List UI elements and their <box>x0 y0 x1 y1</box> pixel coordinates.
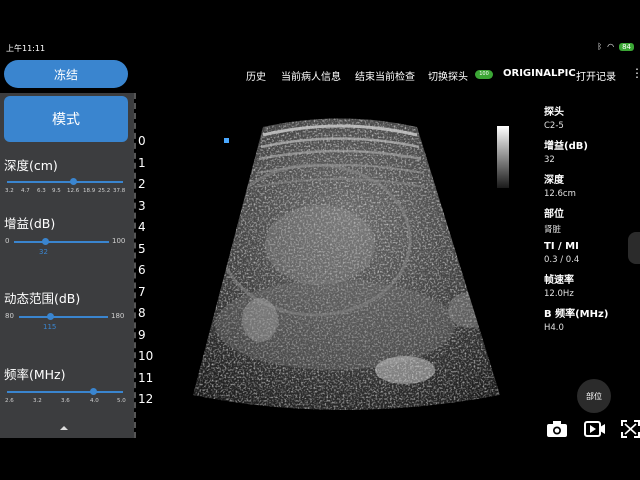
ultrasound-image[interactable] <box>165 95 535 438</box>
left-control-panel: 模式 深度(cm) 3.2 4.7 6.3 9.5 12.6 18.9 25.2… <box>0 93 134 438</box>
depth-tick: 4.7 <box>21 188 30 194</box>
depth-scale-label: 8 <box>138 306 146 320</box>
frame-rate-param-value: 12.0Hz <box>544 289 574 299</box>
gain-value: 32 <box>39 248 48 256</box>
depth-tick: 18.9 <box>83 188 96 194</box>
gain-label: 增益(dB) <box>4 216 56 231</box>
gain-param-value: 32 <box>544 155 555 165</box>
ti-mi-param-label: TI / MI <box>544 241 579 252</box>
fullscreen-icon[interactable] <box>621 419 640 439</box>
probe-param-value: C2-5 <box>544 121 564 131</box>
frequency-tick: 3.2 <box>33 398 42 404</box>
depth-tick: 37.8 <box>113 188 126 194</box>
frequency-tick: 3.6 <box>61 398 70 404</box>
status-time: 上午11:11 <box>6 44 46 53</box>
depth-tick: 12.6 <box>67 188 80 194</box>
depth-scale-label: 1 <box>138 155 146 170</box>
gain-slider[interactable] <box>14 241 109 243</box>
video-icon[interactable] <box>584 419 606 439</box>
frame-rate-param-label: 帧速率 <box>544 275 574 286</box>
site-param-label: 部位 <box>544 209 564 220</box>
frequency-tick: 4.0 <box>90 398 99 404</box>
site-button[interactable]: 部位 <box>577 379 611 413</box>
more-icon[interactable]: ⋮ <box>631 66 640 80</box>
dynamic-range-value: 115 <box>43 323 57 331</box>
dynamic-range-max: 180 <box>111 312 125 320</box>
depth-tick: 25.2 <box>98 188 111 194</box>
status-icons: ᛒ ◠ 84 <box>597 42 634 51</box>
depth-scale-label: 0 <box>138 134 146 148</box>
depth-tick: 6.3 <box>37 188 46 194</box>
camera-icon[interactable] <box>546 419 568 439</box>
depth-scale-label: 6 <box>138 263 146 277</box>
dynamic-range-slider[interactable] <box>19 316 108 318</box>
status-bar: 上午11:11 ᛒ ◠ 84 <box>0 40 640 56</box>
original-pic-menu[interactable]: ORIGINALPIC <box>503 68 576 79</box>
depth-scale-label: 9 <box>138 327 146 342</box>
depth-slider-knob[interactable] <box>70 178 77 185</box>
site-param-value: 肾脏 <box>544 225 562 235</box>
frequency-tick: 2.6 <box>5 398 14 404</box>
mode-button[interactable]: 模式 <box>4 96 128 142</box>
depth-scale-label: 4 <box>138 220 146 234</box>
depth-scale-label: 11 <box>138 370 154 385</box>
frequency-slider-knob[interactable] <box>90 388 97 395</box>
switch-probe-menu[interactable]: 切换探头 <box>428 68 468 83</box>
history-menu[interactable]: 历史 <box>246 68 266 83</box>
probe-orientation-marker <box>224 138 229 143</box>
battery-icon: 84 <box>619 42 634 51</box>
depth-scale-label: 5 <box>138 241 146 256</box>
frequency-label: 频率(MHz) <box>4 367 66 382</box>
depth-param-value: 12.6cm <box>544 189 576 199</box>
depth-scale: 0 1 2 3 4 5 6 7 8 9 10 11 12 <box>138 134 164 414</box>
end-exam-menu[interactable]: 结束当前检查 <box>355 68 415 83</box>
b-frequency-param-value: H4.0 <box>544 323 564 333</box>
top-toolbar: 冻结 历史 当前病人信息 结束当前检查 切换探头 100 ORIGINALPIC… <box>0 56 640 93</box>
dynamic-range-label: 动态范围(dB) <box>4 291 81 306</box>
depth-scale-label: 7 <box>138 284 146 299</box>
letterbox-top <box>0 0 640 40</box>
gain-param-label: 增益(dB) <box>544 141 588 152</box>
depth-scale-label: 3 <box>138 198 146 213</box>
depth-tick: 3.2 <box>5 188 14 194</box>
letterbox-bottom <box>0 438 640 480</box>
current-patient-menu[interactable]: 当前病人信息 <box>281 68 341 83</box>
depth-scale-label: 12 <box>138 392 154 406</box>
open-records-menu[interactable]: 打开记录 <box>576 68 616 83</box>
gain-min: 0 <box>5 237 10 245</box>
parameter-panel: 探头 C2-5 增益(dB) 32 深度 12.6cm 部位 肾脏 TI / M… <box>544 97 636 333</box>
frequency-slider[interactable] <box>7 391 123 393</box>
collapse-icon[interactable] <box>60 426 68 430</box>
depth-slider[interactable] <box>7 181 123 183</box>
grayscale-bar <box>497 126 509 188</box>
wifi-icon: ◠ <box>607 42 615 51</box>
probe-param-label: 探头 <box>544 107 564 118</box>
b-frequency-param-label: B 频率(MHz) <box>544 309 609 320</box>
probe-toggle[interactable]: 100 <box>475 70 493 79</box>
dynamic-range-slider-knob[interactable] <box>47 313 54 320</box>
depth-label: 深度(cm) <box>4 158 58 173</box>
depth-param-label: 深度 <box>544 175 564 186</box>
depth-scale-label: 2 <box>138 177 146 191</box>
side-drawer-handle[interactable] <box>628 232 640 264</box>
ti-mi-param-value: 0.3 / 0.4 <box>544 255 580 265</box>
dynamic-range-min: 80 <box>5 312 14 320</box>
gain-slider-knob[interactable] <box>42 238 49 245</box>
depth-scale-label: 10 <box>138 349 154 363</box>
bluetooth-icon: ᛒ <box>597 42 603 51</box>
gain-max: 100 <box>112 237 126 245</box>
depth-tick: 9.5 <box>52 188 61 194</box>
freeze-button[interactable]: 冻结 <box>4 60 128 88</box>
frequency-tick: 5.0 <box>117 398 126 404</box>
